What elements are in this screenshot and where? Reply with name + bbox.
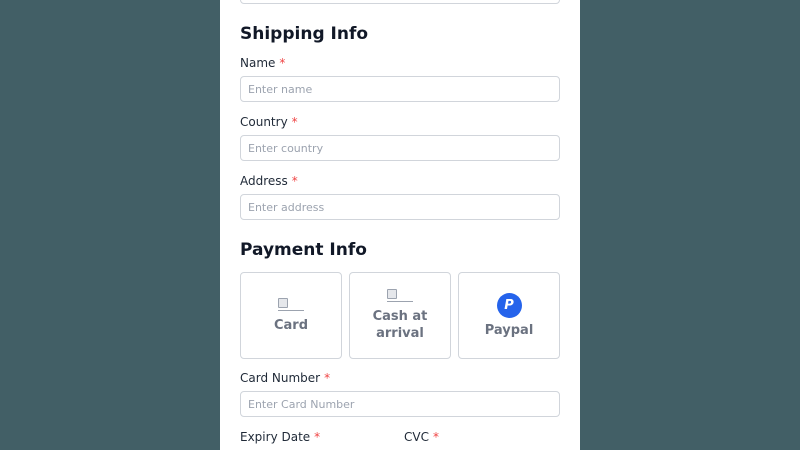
card-icon xyxy=(278,297,304,311)
required-marker: * xyxy=(291,115,298,129)
paypal-icon: P xyxy=(496,292,522,318)
name-input[interactable] xyxy=(240,76,560,102)
payment-option-label: Card xyxy=(273,317,309,333)
cvc-label: CVC * xyxy=(404,430,439,444)
required-marker: * xyxy=(432,430,439,444)
shipping-info-heading: Shipping Info xyxy=(240,24,369,44)
payment-info-heading: Payment Info xyxy=(240,240,367,260)
payment-option-label: Cash at arrival xyxy=(372,309,428,341)
card-number-input[interactable] xyxy=(240,391,560,417)
card-number-label-text: Card Number xyxy=(240,371,321,385)
address-label-text: Address xyxy=(240,174,288,188)
payment-option-label: Paypal xyxy=(484,322,534,338)
checkout-panel: Shipping Info Name* Country* Address* Pa… xyxy=(220,0,580,450)
country-input[interactable] xyxy=(240,135,560,161)
previous-field-input[interactable] xyxy=(240,0,560,4)
card-number-label: Card Number * xyxy=(240,371,330,385)
required-marker: * xyxy=(314,430,321,444)
payment-option-cash[interactable]: Cash at arrival xyxy=(349,272,451,359)
payment-option-card[interactable]: Card xyxy=(240,272,342,359)
cash-icon xyxy=(387,289,413,302)
name-label: Name * xyxy=(240,56,285,70)
country-label-text: Country xyxy=(240,115,288,129)
cvc-label-text: CVC xyxy=(404,430,429,444)
address-label: Address * xyxy=(240,174,298,188)
expiry-date-label-text: Expiry Date xyxy=(240,430,311,444)
country-label: Country * xyxy=(240,115,298,129)
address-input[interactable] xyxy=(240,194,560,220)
payment-option-paypal[interactable]: P Paypal xyxy=(458,272,560,359)
required-marker: * xyxy=(279,56,286,70)
required-marker: * xyxy=(291,174,298,188)
name-label-text: Name xyxy=(240,56,276,70)
required-marker: * xyxy=(324,371,331,385)
expiry-date-label: Expiry Date * xyxy=(240,430,320,444)
